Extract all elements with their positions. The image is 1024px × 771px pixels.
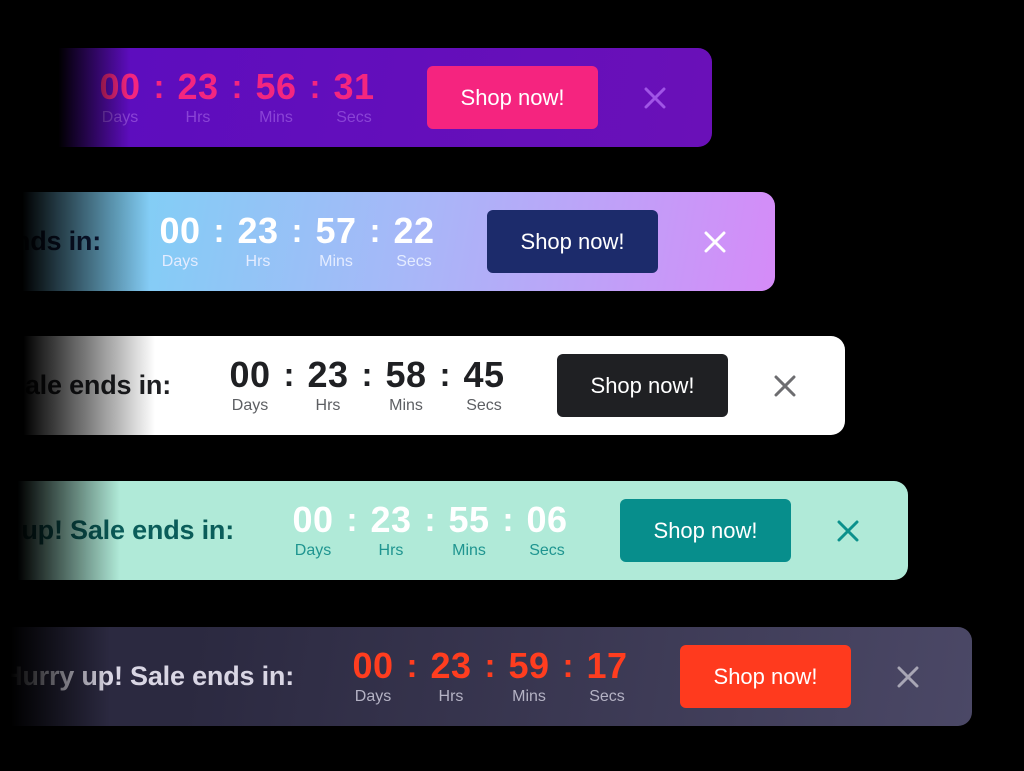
close-button[interactable] xyxy=(755,356,815,416)
seconds-value: 45 xyxy=(463,353,505,395)
close-button[interactable] xyxy=(878,647,938,707)
seconds-value: 06 xyxy=(526,498,568,540)
close-button[interactable] xyxy=(818,501,878,561)
seconds-caption: Secs xyxy=(396,252,432,270)
separator: : xyxy=(361,355,373,393)
hours-caption: Hrs xyxy=(378,541,404,559)
countdown-banner-sky: ends in: 00 Days : 23 Hrs : 57 Mins : 22 Sec… xyxy=(0,192,775,291)
shop-now-button[interactable]: Shop now! xyxy=(427,66,598,129)
countdown-timer: 00 Days : 23 Hrs : 57 Mins : 22 Secs xyxy=(147,209,447,272)
seconds-caption: Secs xyxy=(466,396,502,414)
days-value: 00 xyxy=(99,65,141,107)
days-caption: Days xyxy=(354,687,392,705)
shop-now-button[interactable]: Shop now! xyxy=(557,354,728,417)
days-value: 00 xyxy=(292,498,334,540)
separator: : xyxy=(309,67,321,105)
minutes-caption: Mins xyxy=(389,396,423,414)
seconds-caption: Secs xyxy=(336,108,372,126)
days-value: 00 xyxy=(159,209,201,251)
banner-label: up! Sale ends in: xyxy=(21,515,234,545)
hours-value: 23 xyxy=(177,65,219,107)
days-caption: Days xyxy=(294,541,332,559)
separator: : xyxy=(484,646,496,684)
separator: : xyxy=(291,211,303,249)
minutes-value: 58 xyxy=(385,353,427,395)
countdown-timer: 00 Days : 23 Hrs : 59 Mins : 17 Secs xyxy=(340,644,640,707)
separator: : xyxy=(346,500,358,538)
days-value: 00 xyxy=(352,644,394,686)
separator: : xyxy=(406,646,418,684)
minutes-caption: Mins xyxy=(512,687,546,705)
hours-value: 23 xyxy=(237,209,279,251)
days-caption: Days xyxy=(161,252,199,270)
countdown-timer: 00 Days : 23 Hrs : 55 Mins : 06 Secs xyxy=(280,498,580,561)
banner-label: Hurry up! Sale ends in: xyxy=(3,661,294,691)
separator: : xyxy=(562,646,574,684)
banner-label: ends in: xyxy=(0,226,101,256)
hours-caption: Hrs xyxy=(185,108,211,126)
close-icon xyxy=(644,87,666,108)
seconds-value: 22 xyxy=(393,209,435,251)
separator: : xyxy=(502,500,514,538)
seconds-value: 17 xyxy=(586,644,628,686)
minutes-value: 55 xyxy=(448,498,490,540)
countdown-timer: 00 Days : 23 Hrs : 58 Mins : 45 Secs xyxy=(217,353,517,416)
hours-caption: Hrs xyxy=(315,396,341,414)
banner-label: Sale ends in: xyxy=(7,370,171,400)
close-button[interactable] xyxy=(625,68,685,128)
shop-now-button[interactable]: Shop now! xyxy=(680,645,851,708)
minutes-value: 56 xyxy=(255,65,297,107)
seconds-caption: Secs xyxy=(529,541,565,559)
minutes-value: 59 xyxy=(508,644,550,686)
separator: : xyxy=(213,211,225,249)
shop-now-button[interactable]: Shop now! xyxy=(620,499,791,562)
hours-value: 23 xyxy=(370,498,412,540)
close-icon xyxy=(704,231,726,252)
separator: : xyxy=(424,500,436,538)
countdown-banner-purple: in: 00 Days : 23 Hrs : 56 Mins : 31 Secs Sho… xyxy=(0,48,712,147)
countdown-banner-dark: Hurry up! Sale ends in: 00 Days : 23 Hrs :… xyxy=(0,627,972,726)
close-icon xyxy=(774,375,796,396)
hours-value: 23 xyxy=(430,644,472,686)
countdown-banner-mint: up! Sale ends in: 00 Days : 23 Hrs : 55 Min… xyxy=(0,481,908,580)
hours-caption: Hrs xyxy=(438,687,464,705)
minutes-caption: Mins xyxy=(259,108,293,126)
days-caption: Days xyxy=(231,396,269,414)
separator: : xyxy=(439,355,451,393)
seconds-caption: Secs xyxy=(589,687,625,705)
separator: : xyxy=(231,67,243,105)
days-value: 00 xyxy=(229,353,271,395)
days-caption: Days xyxy=(101,108,139,126)
separator: : xyxy=(369,211,381,249)
separator: : xyxy=(153,67,165,105)
close-icon xyxy=(837,520,859,541)
minutes-caption: Mins xyxy=(319,252,353,270)
banner-label: in: xyxy=(8,82,42,112)
hours-caption: Hrs xyxy=(245,252,271,270)
shop-now-button[interactable]: Shop now! xyxy=(487,210,658,273)
minutes-value: 57 xyxy=(315,209,357,251)
hours-value: 23 xyxy=(307,353,349,395)
close-icon xyxy=(897,666,919,687)
minutes-caption: Mins xyxy=(452,541,486,559)
separator: : xyxy=(283,355,295,393)
close-button[interactable] xyxy=(685,212,745,272)
seconds-value: 31 xyxy=(333,65,375,107)
countdown-banner-light: Sale ends in: 00 Days : 23 Hrs : 58 Mins : … xyxy=(0,336,845,435)
countdown-timer: 00 Days : 23 Hrs : 56 Mins : 31 Secs xyxy=(87,65,387,128)
